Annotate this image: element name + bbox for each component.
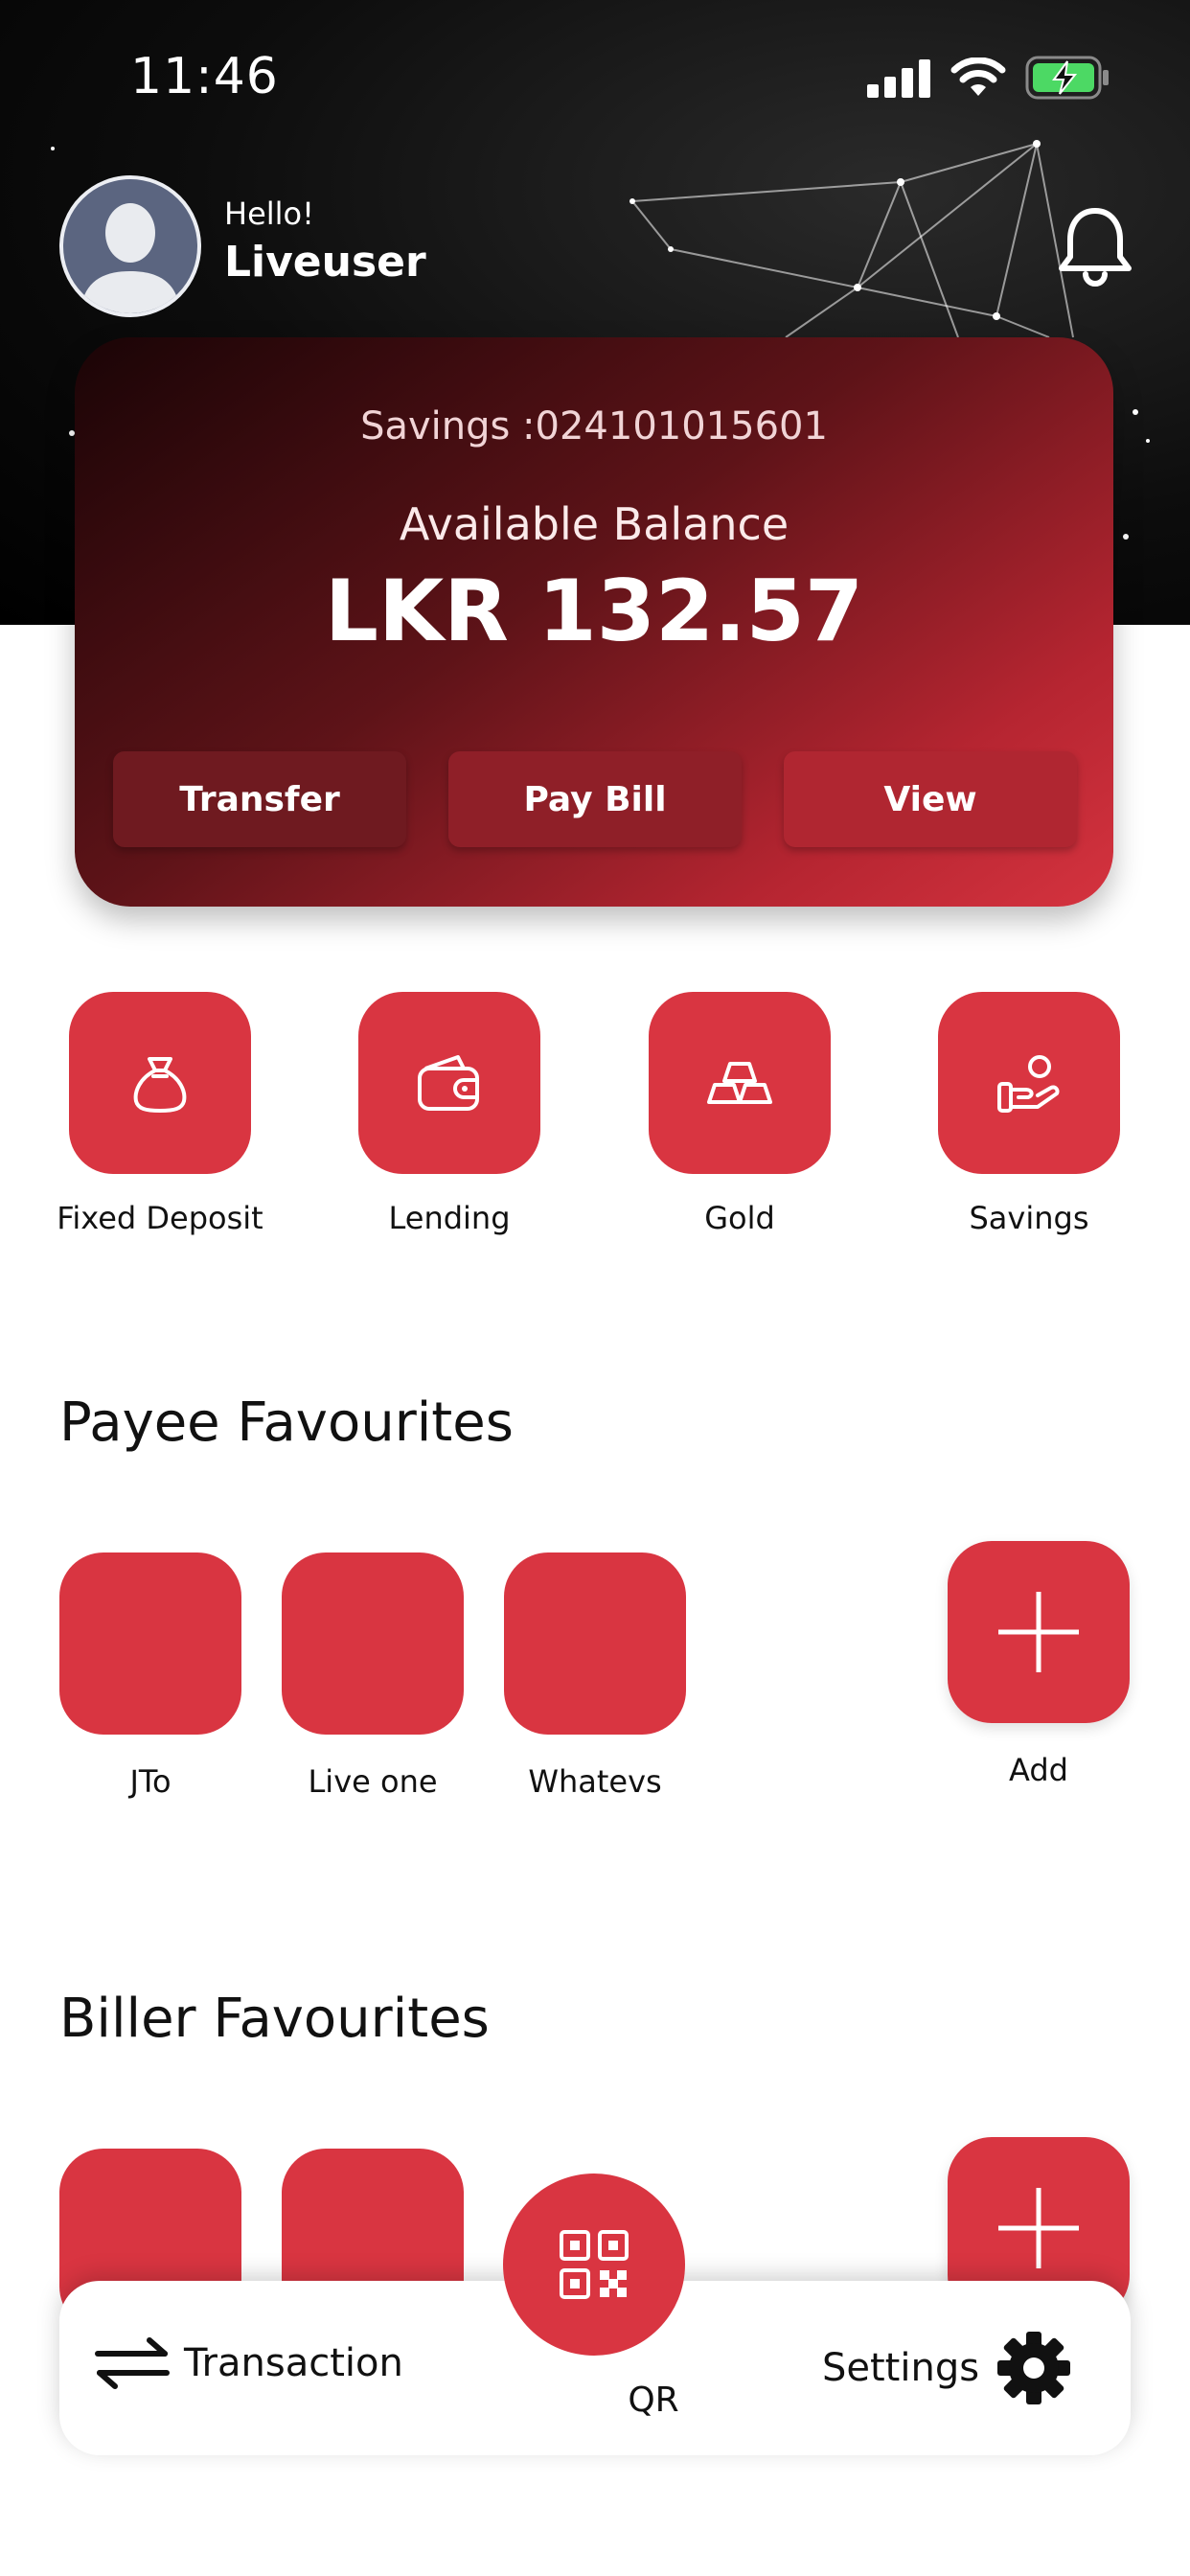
- user-silhouette-icon: [80, 203, 180, 313]
- wallet-icon: [418, 1055, 479, 1111]
- notification-bell-icon[interactable]: [1054, 203, 1136, 289]
- add-payee-label: Add: [1009, 1752, 1068, 1788]
- payee-label: JTo: [129, 1763, 172, 1800]
- payee-live-one[interactable]: [282, 1552, 464, 1735]
- gold-bars-icon: [707, 1062, 772, 1104]
- add-payee-button[interactable]: [948, 1541, 1130, 1723]
- pay-bill-button[interactable]: Pay Bill: [448, 751, 742, 847]
- plus-icon: [998, 2188, 1079, 2268]
- plus-icon: [998, 1592, 1079, 1672]
- gold-label: Gold: [704, 1200, 775, 1236]
- transaction-label: Transaction: [184, 2341, 403, 2385]
- wifi-icon: [950, 58, 1006, 96]
- settings-nav-button[interactable]: Settings: [822, 2329, 1073, 2407]
- gold-button[interactable]: [649, 992, 831, 1174]
- qr-label: QR: [628, 2380, 679, 2420]
- payee-favourites-title: Payee Favourites: [59, 1392, 514, 1454]
- hand-coin-icon: [997, 1055, 1060, 1113]
- view-button[interactable]: View: [784, 751, 1077, 847]
- payee-label: Whatevs: [528, 1763, 662, 1800]
- savings-button[interactable]: [938, 992, 1120, 1174]
- lending-button[interactable]: [358, 992, 540, 1174]
- fixed-deposit-label: Fixed Deposit: [57, 1200, 263, 1236]
- payee-jto[interactable]: [59, 1552, 241, 1735]
- payee-label: Live one: [308, 1763, 438, 1800]
- balance-amount: LKR 132.57: [324, 562, 864, 660]
- money-bag-icon: [133, 1057, 187, 1113]
- savings-label: Savings: [969, 1200, 1089, 1236]
- avatar[interactable]: [59, 175, 201, 317]
- greeting-text: Hello!: [224, 196, 314, 232]
- gear-icon: [997, 2332, 1071, 2404]
- lending-label: Lending: [388, 1200, 511, 1236]
- account-number: Savings :024101015601: [360, 404, 828, 448]
- swap-arrows-icon: [95, 2337, 170, 2389]
- balance-label: Available Balance: [399, 498, 790, 550]
- status-time: 11:46: [130, 48, 279, 105]
- settings-label: Settings: [822, 2346, 980, 2390]
- payee-whatevs[interactable]: [504, 1552, 686, 1735]
- transaction-nav-button[interactable]: Transaction: [94, 2334, 403, 2392]
- qr-button[interactable]: [503, 2174, 685, 2356]
- battery-charging-icon: [1025, 56, 1109, 100]
- signal-icon: [867, 59, 930, 98]
- transfer-button[interactable]: Transfer: [113, 751, 406, 847]
- fixed-deposit-button[interactable]: [69, 992, 251, 1174]
- account-card: Savings :024101015601 Available Balance …: [75, 337, 1113, 907]
- biller-favourites-title: Biller Favourites: [59, 1988, 490, 2050]
- username: Liveuser: [224, 238, 426, 287]
- qr-code-icon: [560, 2230, 629, 2299]
